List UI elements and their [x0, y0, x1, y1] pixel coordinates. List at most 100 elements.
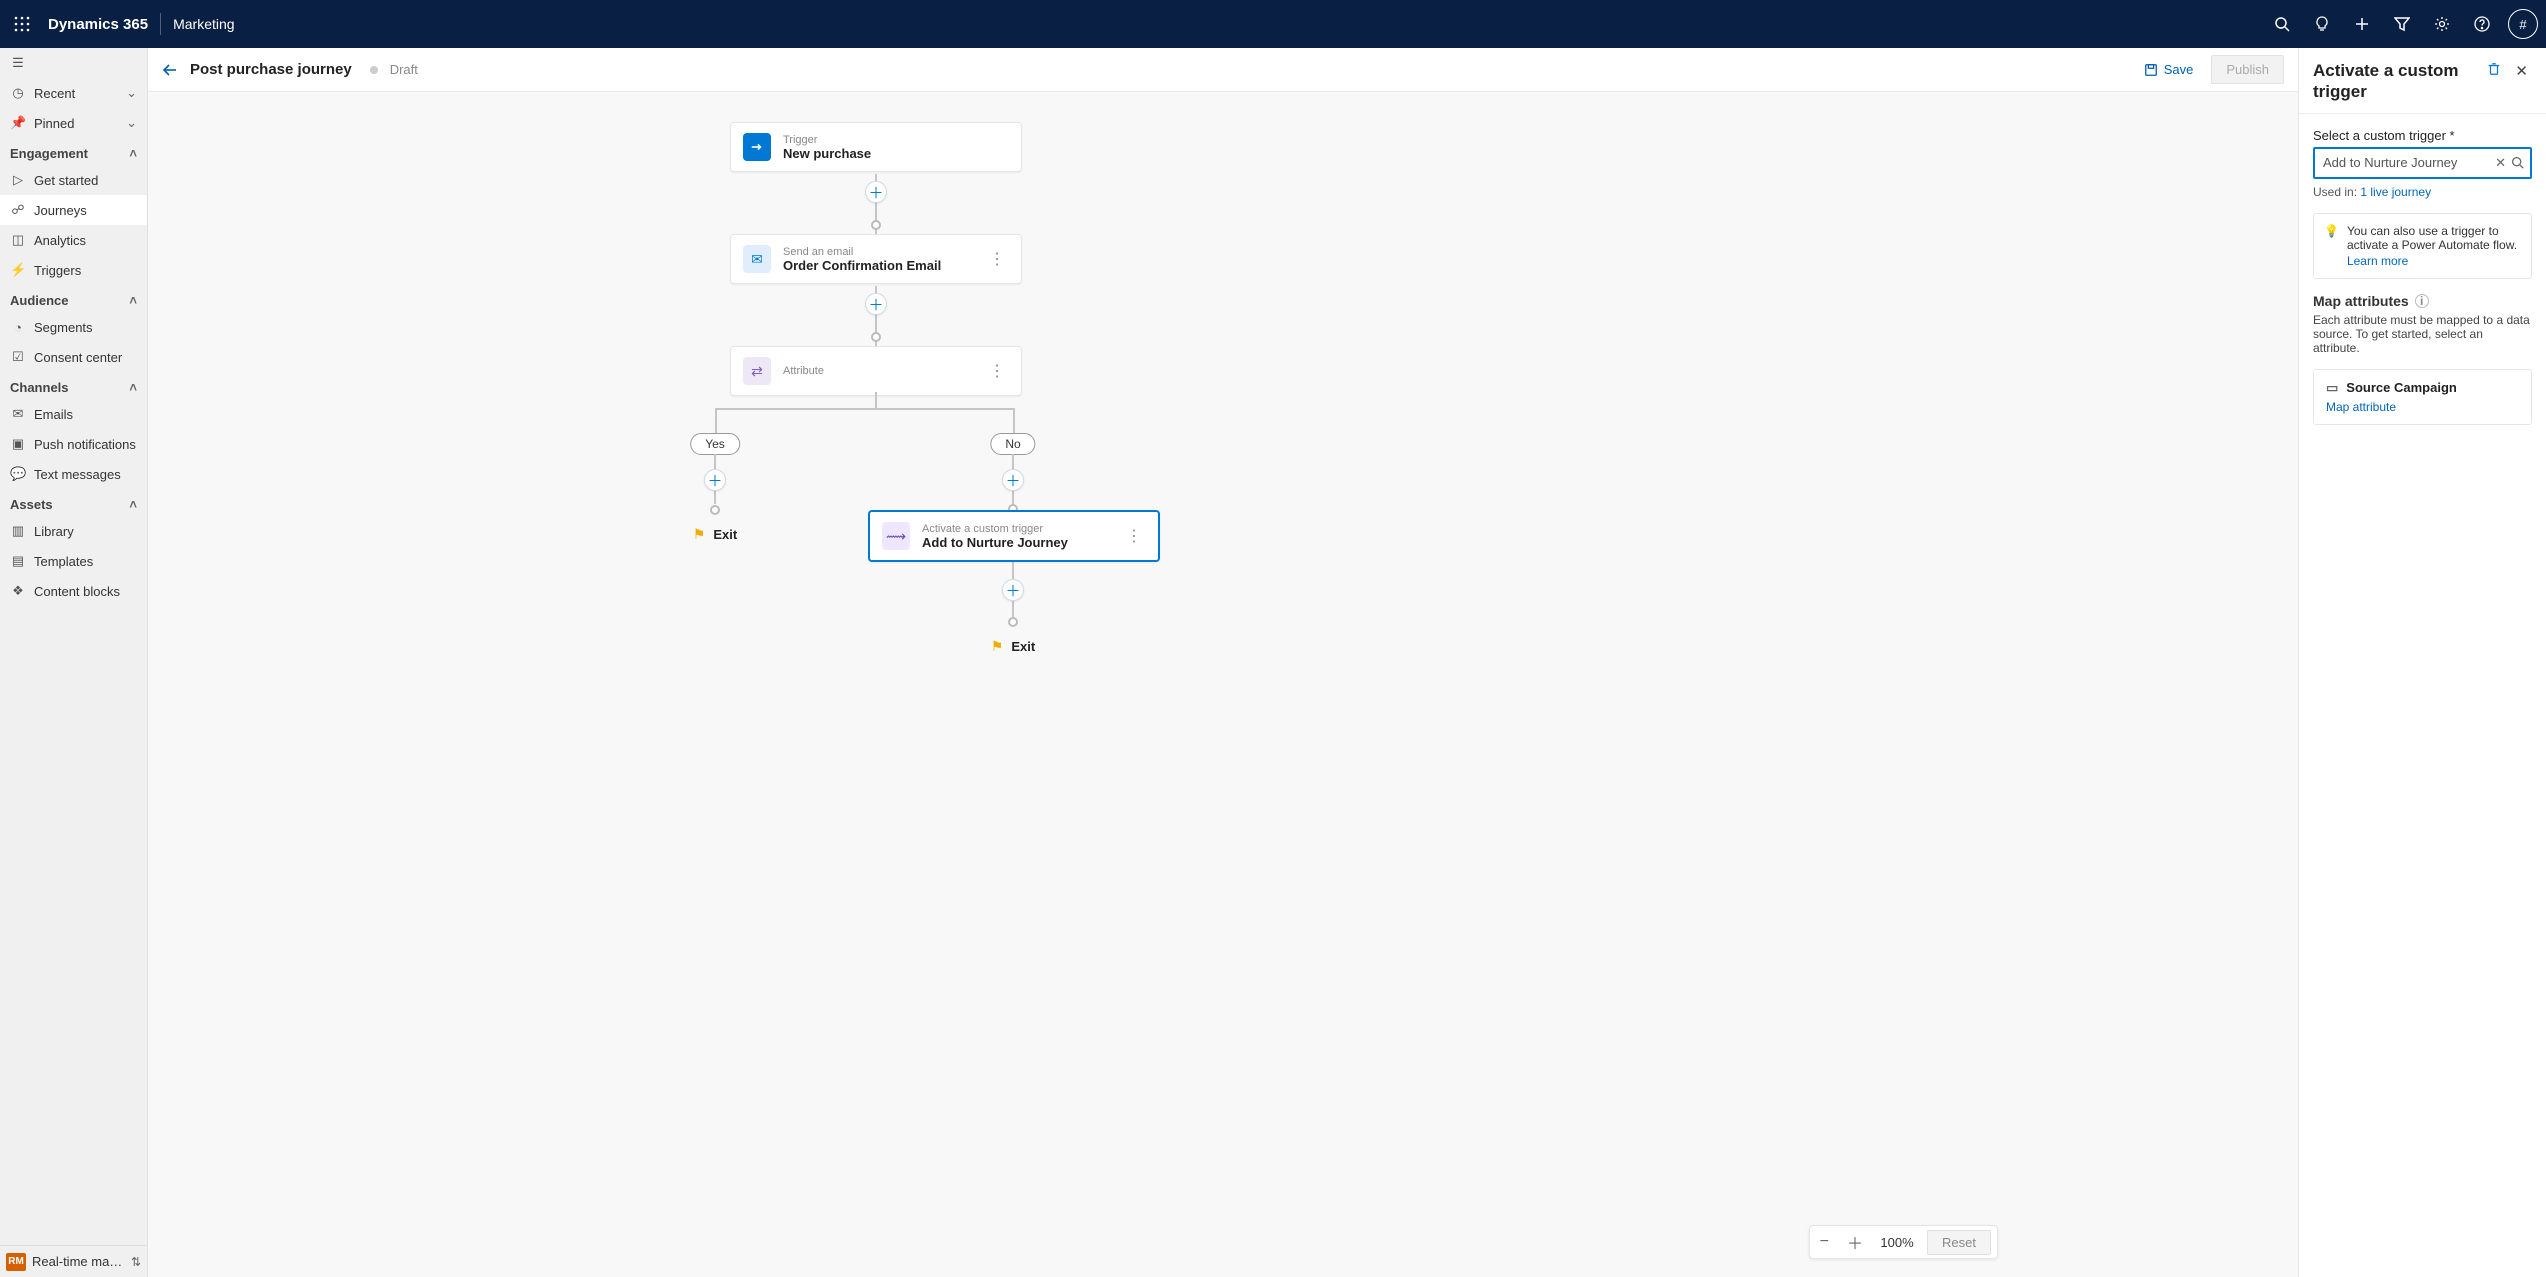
delete-icon[interactable]: [2483, 60, 2505, 78]
node-email[interactable]: ✉ Send an email Order Confirmation Email…: [730, 234, 1022, 284]
publish-button[interactable]: Publish: [2211, 55, 2284, 84]
tip-text: You can also use a trigger to activate a…: [2347, 224, 2517, 252]
map-attr-header: Map attributes i: [2313, 293, 2532, 309]
chevron-up-icon[interactable]: ˄: [129, 380, 137, 395]
branch-no-pill[interactable]: No: [990, 433, 1035, 455]
sidebar-item-emails[interactable]: ✉Emails: [0, 399, 147, 429]
lightbulb-icon: 💡: [2324, 224, 2339, 268]
node-custom-trigger[interactable]: ⟿ Activate a custom trigger Add to Nurtu…: [868, 510, 1160, 562]
sidebar-pinned[interactable]: 📌Pinned⌄: [0, 108, 147, 138]
flag-icon: ⚑: [991, 638, 1004, 655]
search-icon[interactable]: [2262, 0, 2302, 48]
properties-panel: Activate a custom trigger ✕ Select a cus…: [2298, 48, 2546, 1277]
reset-button[interactable]: Reset: [1927, 1230, 1991, 1255]
sidebar-item-label: Get started: [34, 173, 98, 188]
sidebar-footer[interactable]: RM Real-time marketi... ⇅: [0, 1245, 147, 1277]
add-step-button[interactable]: ＋: [704, 469, 726, 491]
exit-yes: ⚑ Exit: [693, 526, 737, 543]
sidebar-item-label: Recent: [34, 86, 75, 101]
branch-yes-pill[interactable]: Yes: [690, 433, 740, 455]
sidebar-item-label: Triggers: [34, 263, 81, 278]
sidebar-item-push[interactable]: ▣Push notifications: [0, 429, 147, 459]
add-step-button[interactable]: ＋: [1002, 469, 1024, 491]
more-icon[interactable]: ⋮: [985, 249, 1009, 269]
sidebar-section-channels: Channels˄: [0, 372, 147, 399]
map-attribute-link[interactable]: Map attribute: [2326, 400, 2396, 414]
chevron-up-icon[interactable]: ˄: [129, 293, 137, 308]
exit-label: Exit: [1011, 639, 1035, 654]
app-launcher-icon[interactable]: [8, 10, 36, 38]
help-icon[interactable]: [2462, 0, 2502, 48]
lightbulb-icon[interactable]: [2302, 0, 2342, 48]
footer-label: Real-time marketi...: [32, 1254, 125, 1269]
save-button[interactable]: Save: [2136, 58, 2202, 81]
attribute-card[interactable]: ▭ Source Campaign Map attribute: [2313, 369, 2532, 425]
info-icon[interactable]: i: [2415, 294, 2429, 308]
sidebar-item-templates[interactable]: ▤Templates: [0, 546, 147, 576]
used-in-link[interactable]: 1 live journey: [2360, 185, 2431, 199]
custom-trigger-icon: ⟿: [882, 522, 910, 550]
node-title: Order Confirmation Email: [783, 258, 941, 273]
node-trigger[interactable]: Trigger New purchase: [730, 122, 1022, 172]
node-title: Add to Nurture Journey: [922, 535, 1068, 550]
node-subtitle: Trigger: [783, 134, 871, 146]
sidebar-section-label: Assets: [10, 497, 53, 512]
avatar[interactable]: #: [2508, 9, 2538, 39]
app-name-label: Marketing: [173, 16, 234, 32]
sidebar-item-label: Text messages: [34, 467, 121, 482]
brand-label: Dynamics 365: [48, 16, 148, 33]
add-step-button[interactable]: ＋: [1002, 579, 1024, 601]
sidebar-item-label: Templates: [34, 554, 93, 569]
sidebar-item-text[interactable]: 💬Text messages: [0, 459, 147, 489]
canvas[interactable]: Trigger New purchase ＋ ✉ Send an email O…: [148, 92, 2298, 1277]
connector-endpoint: [1008, 617, 1018, 627]
trigger-select-input[interactable]: Add to Nurture Journey ✕: [2313, 147, 2532, 179]
divider: [160, 13, 161, 35]
more-icon[interactable]: ⋮: [1122, 526, 1146, 546]
node-subtitle: Send an email: [783, 246, 941, 258]
add-step-button[interactable]: ＋: [865, 181, 887, 203]
clear-icon[interactable]: ✕: [2495, 155, 2506, 171]
trigger-icon: [743, 133, 771, 161]
sidebar-item-library[interactable]: ▥Library: [0, 516, 147, 546]
zoom-out-button[interactable]: −: [1816, 1233, 1833, 1251]
sidebar-section-label: Audience: [10, 293, 69, 308]
chevron-up-icon[interactable]: ˄: [129, 146, 137, 161]
branch-line: [715, 408, 1015, 410]
zoom-toolbar: − ＋ 100% Reset: [1809, 1225, 1998, 1259]
sidebar-item-consent-center[interactable]: ☑Consent center: [0, 342, 147, 372]
zoom-in-button[interactable]: ＋: [1843, 1230, 1867, 1254]
hamburger-icon[interactable]: ☰: [0, 48, 147, 78]
gear-icon[interactable]: [2422, 0, 2462, 48]
sidebar-item-label: Content blocks: [34, 584, 120, 599]
sidebar-recent[interactable]: ◷Recent⌄: [0, 78, 147, 108]
connector-endpoint: [710, 505, 720, 515]
sidebar-item-content-blocks[interactable]: ❖Content blocks: [0, 576, 147, 606]
more-icon[interactable]: ⋮: [985, 361, 1009, 381]
sidebar-item-triggers[interactable]: ⚡Triggers: [0, 255, 147, 285]
topbar: Dynamics 365 Marketing #: [0, 0, 2546, 48]
save-label: Save: [2164, 62, 2194, 77]
sidebar-item-get-started[interactable]: ▷Get started: [0, 165, 147, 195]
back-button[interactable]: [162, 62, 178, 78]
sidebar-item-label: Push notifications: [34, 437, 136, 452]
zoom-level: 100%: [1877, 1235, 1917, 1250]
search-icon[interactable]: [2511, 156, 2524, 169]
email-icon: ✉: [743, 245, 771, 273]
sidebar-item-analytics[interactable]: ◫Analytics: [0, 225, 147, 255]
filter-icon[interactable]: [2382, 0, 2422, 48]
plus-icon[interactable]: [2342, 0, 2382, 48]
sidebar-item-segments[interactable]: ◔Segments: [0, 312, 147, 342]
map-attr-help: Each attribute must be mapped to a data …: [2313, 313, 2532, 355]
close-icon[interactable]: ✕: [2511, 60, 2532, 82]
node-attribute[interactable]: ⇄ Attribute ⋮: [730, 346, 1022, 396]
attribute-name: Source Campaign: [2346, 380, 2457, 395]
add-step-button[interactable]: ＋: [865, 293, 887, 315]
sidebar-section-engagement: Engagement˄: [0, 138, 147, 165]
sidebar-item-journeys[interactable]: ☍Journeys: [0, 195, 147, 225]
status-label: Draft: [390, 62, 418, 77]
used-in-text: Used in: 1 live journey: [2313, 185, 2532, 199]
chevron-up-icon[interactable]: ˄: [129, 497, 137, 512]
learn-more-link[interactable]: Learn more: [2347, 254, 2521, 268]
sidebar-section-assets: Assets ˄: [0, 489, 147, 516]
